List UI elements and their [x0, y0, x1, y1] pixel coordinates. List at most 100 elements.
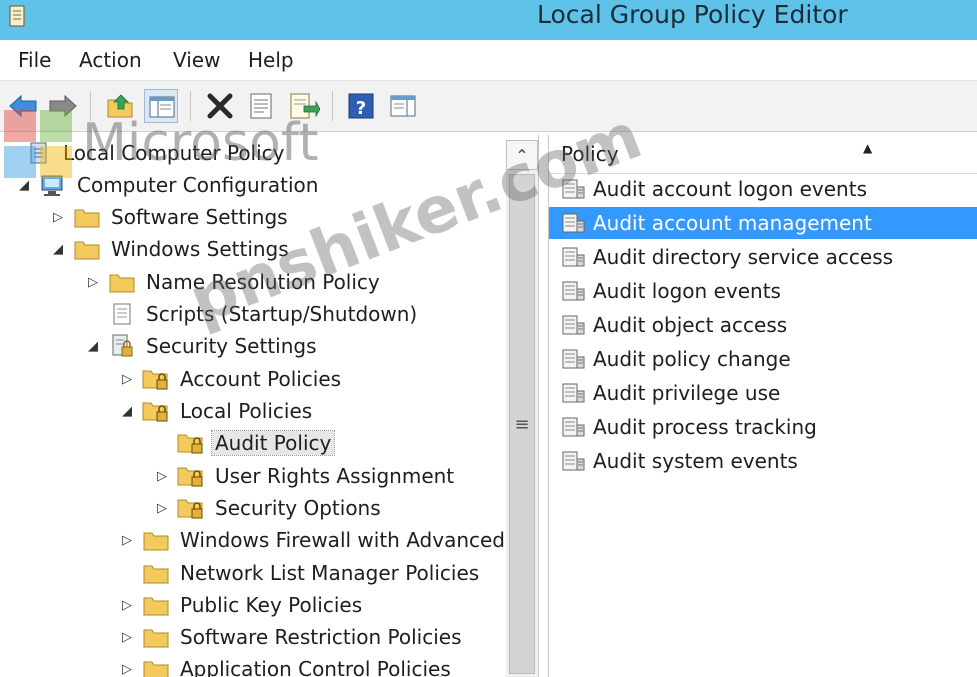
scroll-thumb[interactable]: ≡ — [509, 174, 535, 674]
policy-row-label: Audit system events — [593, 449, 798, 473]
sort-ascending-icon: ▲ — [863, 141, 873, 155]
collapse-arrow-icon[interactable]: ◢ — [117, 404, 137, 419]
properties-icon[interactable] — [244, 89, 278, 123]
policy-row-label: Audit policy change — [593, 347, 791, 371]
collapse-arrow-icon[interactable]: ◢ — [83, 339, 103, 354]
policy-row[interactable]: Audit object access — [549, 309, 977, 341]
policy-row[interactable]: Audit account management — [549, 207, 977, 239]
policy-row[interactable]: Audit process tracking — [549, 411, 977, 443]
forward-icon[interactable] — [46, 89, 80, 123]
tree-item-local-policies[interactable]: ◢ Local Policies — [117, 396, 315, 426]
policy-setting-icon — [559, 278, 587, 304]
policy-icon — [24, 140, 54, 166]
expand-arrow-icon[interactable]: ▷ — [83, 275, 103, 290]
show-pane-icon[interactable] — [386, 89, 420, 123]
menu-bar: File Action View Help — [0, 40, 977, 81]
policy-setting-icon — [559, 380, 587, 406]
policy-setting-icon — [559, 346, 587, 372]
expand-arrow-icon[interactable]: ▷ — [152, 501, 172, 516]
tree-item-label: Security Settings — [146, 334, 317, 358]
tree-item-windows-settings[interactable]: ◢ Windows Settings — [48, 234, 292, 264]
folder-icon — [72, 204, 102, 230]
menu-help[interactable]: Help — [246, 47, 296, 73]
policy-row-label: Audit object access — [593, 313, 788, 337]
policy-setting-icon — [559, 244, 587, 270]
tree-item-network-list-manager[interactable]: Network List Manager Policies — [117, 558, 482, 588]
collapse-arrow-icon[interactable]: ◢ — [48, 242, 68, 257]
tree-item-label: Scripts (Startup/Shutdown) — [146, 302, 418, 326]
toolbar-separator — [190, 91, 191, 121]
tree-item-scripts[interactable]: Scripts (Startup/Shutdown) — [83, 299, 420, 329]
tree-item-label: Name Resolution Policy — [146, 270, 380, 294]
tree-item-public-key-policies[interactable]: ▷ Public Key Policies — [117, 590, 365, 620]
tree-item-label: Account Policies — [180, 367, 342, 391]
expand-arrow-icon[interactable]: ▷ — [48, 210, 68, 225]
policy-row-label: Audit account logon events — [593, 177, 867, 201]
console-tree: Local Computer Policy ◢ Computer Configu… — [0, 135, 539, 677]
tree-item-security-options[interactable]: ▷ Security Options — [152, 493, 384, 523]
window-title: Local Group Policy Editor — [537, 0, 848, 29]
locked-folder-icon — [176, 430, 206, 456]
tree-item-label: Software Restriction Policies — [180, 625, 462, 649]
tree-item-account-policies[interactable]: ▷ Account Policies — [117, 364, 344, 394]
policy-row-label: Audit logon events — [593, 279, 781, 303]
expand-arrow-icon[interactable]: ▷ — [117, 662, 137, 677]
expand-arrow-icon[interactable]: ▷ — [117, 372, 137, 387]
tree-item-security-settings[interactable]: ◢ Security Settings — [83, 331, 320, 361]
menu-file[interactable]: File — [16, 47, 53, 73]
policy-list: Policy ▲ Audit account logon events Audit… — [548, 135, 977, 677]
tree-item-application-control[interactable]: ▷ Application Control Policies — [117, 654, 454, 677]
menu-view[interactable]: View — [171, 47, 222, 73]
security-icon — [107, 333, 137, 359]
tree-item-windows-firewall[interactable]: ▷ Windows Firewall with Advanced — [117, 525, 508, 555]
policy-row[interactable]: Audit directory service access — [549, 241, 977, 273]
scroll-up-button[interactable]: ⌃ — [506, 140, 538, 170]
tree-item-local-computer-policy[interactable]: Local Computer Policy — [0, 138, 288, 168]
folder-icon — [141, 624, 171, 650]
policy-row-label: Audit privilege use — [593, 381, 781, 405]
tree-item-label: Public Key Policies — [180, 593, 363, 617]
help-icon[interactable]: ? — [344, 89, 378, 123]
tree-item-label: Application Control Policies — [180, 657, 451, 677]
back-icon[interactable] — [6, 89, 40, 123]
title-bar: Local Group Policy Editor — [0, 0, 977, 40]
show-hide-tree-icon[interactable] — [144, 89, 178, 123]
expand-arrow-icon[interactable]: ▷ — [152, 469, 172, 484]
expand-arrow-icon[interactable]: ▷ — [117, 533, 137, 548]
tree-item-label: Local Computer Policy — [63, 141, 285, 165]
tree-item-label: Network List Manager Policies — [180, 561, 480, 585]
tree-item-audit-policy[interactable]: Audit Policy — [152, 428, 336, 458]
policy-row[interactable]: Audit logon events — [549, 275, 977, 307]
policy-row[interactable]: Audit system events — [549, 445, 977, 477]
policy-row[interactable]: Audit privilege use — [549, 377, 977, 409]
toolbar-separator — [332, 91, 333, 121]
policy-row-label: Audit process tracking — [593, 415, 817, 439]
folder-icon — [141, 656, 171, 677]
locked-folder-icon — [141, 398, 171, 424]
tree-item-software-settings[interactable]: ▷ Software Settings — [48, 202, 291, 232]
toolbar-separator — [90, 91, 91, 121]
tree-item-label: Local Policies — [180, 399, 313, 423]
tree-item-computer-configuration[interactable]: ◢ Computer Configuration — [14, 170, 321, 200]
policy-row[interactable]: Audit account logon events — [549, 173, 977, 205]
tree-item-software-restriction[interactable]: ▷ Software Restriction Policies — [117, 622, 465, 652]
policy-setting-icon — [559, 176, 587, 202]
column-header-policy[interactable]: Policy ▲ — [549, 135, 977, 174]
policy-setting-icon — [559, 210, 587, 236]
policy-setting-icon — [559, 312, 587, 338]
export-list-icon[interactable] — [286, 89, 320, 123]
tree-item-user-rights-assignment[interactable]: ▷ User Rights Assignment — [152, 461, 457, 491]
tree-scrollbar[interactable]: ⌃ ≡ — [506, 140, 538, 677]
expand-arrow-icon[interactable]: ▷ — [117, 630, 137, 645]
menu-action[interactable]: Action — [77, 47, 144, 73]
tree-item-name-resolution-policy[interactable]: ▷ Name Resolution Policy — [83, 267, 383, 297]
up-folder-icon[interactable] — [104, 89, 138, 123]
expand-arrow-icon[interactable]: ▷ — [117, 598, 137, 613]
script-icon — [107, 301, 137, 327]
policy-row[interactable]: Audit policy change — [549, 343, 977, 375]
tree-item-label: Audit Policy — [210, 430, 336, 456]
collapse-arrow-icon[interactable]: ◢ — [14, 178, 34, 193]
delete-icon[interactable] — [203, 89, 237, 123]
locked-folder-icon — [176, 495, 206, 521]
folder-icon — [141, 527, 171, 553]
